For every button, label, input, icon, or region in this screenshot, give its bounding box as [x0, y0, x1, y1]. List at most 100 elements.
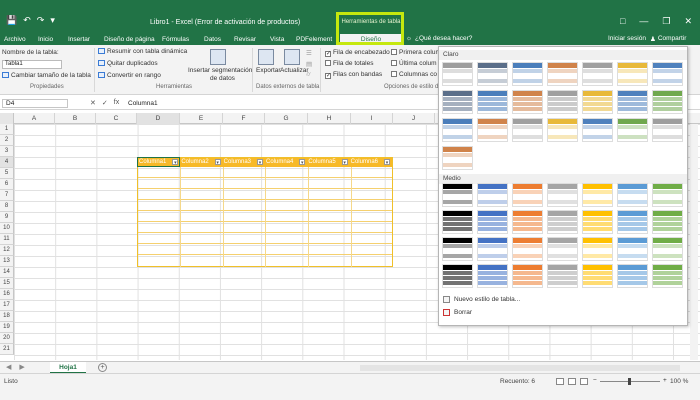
table-style-swatch[interactable] [617, 62, 648, 86]
banded-columns-checkbox[interactable]: Columnas co [391, 71, 437, 78]
table-style-swatch[interactable] [547, 118, 578, 142]
table-style-swatch[interactable] [512, 118, 543, 142]
table-style-swatch[interactable] [617, 183, 648, 207]
table-style-swatch[interactable] [652, 118, 683, 142]
column-header-a[interactable]: A [14, 113, 55, 124]
table-style-swatch[interactable] [582, 237, 613, 261]
tab-pdfelement[interactable]: PDFelement [296, 35, 332, 44]
tell-me-search[interactable]: ☼ ¿Qué desea hacer? [406, 35, 472, 42]
table-style-swatch[interactable] [652, 183, 683, 207]
remove-duplicates-button[interactable]: Quitar duplicados [98, 60, 158, 67]
row-header[interactable]: 5 [0, 168, 14, 179]
table-style-swatch[interactable] [512, 183, 543, 207]
row-header[interactable]: 10 [0, 223, 14, 234]
excel-table[interactable]: Columna1 ▾ Columna2 ▾ Columna3 ▾ Columna4 ▾ … [137, 157, 393, 267]
column-header-f[interactable]: F [223, 113, 265, 124]
table-header-cell[interactable]: Columna5 ▾ [307, 158, 349, 167]
row-header[interactable]: 9 [0, 212, 14, 223]
zoom-level[interactable]: 100 % [670, 378, 688, 385]
table-style-swatch[interactable] [617, 264, 648, 288]
table-style-swatch[interactable] [547, 237, 578, 261]
table-style-swatch[interactable] [477, 264, 508, 288]
table-style-swatch[interactable] [652, 210, 683, 234]
column-header-g[interactable]: G [265, 113, 308, 124]
selected-cell-d4[interactable] [137, 157, 180, 167]
column-header-e[interactable]: E [180, 113, 223, 124]
ribbon-display-icon[interactable]: □ [620, 16, 625, 27]
first-column-checkbox[interactable]: Primera colum [391, 49, 441, 56]
horizontal-scrollbar[interactable] [360, 365, 680, 371]
row-header[interactable]: 17 [0, 300, 14, 311]
filter-dropdown-icon[interactable]: ▾ [383, 159, 390, 166]
row-header[interactable]: 1 [0, 124, 14, 135]
maximize-icon[interactable]: ❐ [662, 16, 670, 27]
table-style-swatch[interactable] [442, 62, 473, 86]
table-style-swatch[interactable] [512, 237, 543, 261]
add-sheet-icon[interactable]: + [98, 363, 107, 372]
table-style-swatch[interactable] [617, 237, 648, 261]
table-style-swatch[interactable] [582, 62, 613, 86]
row-header[interactable]: 15 [0, 278, 14, 289]
row-header[interactable]: 16 [0, 289, 14, 300]
export-icon[interactable] [258, 49, 274, 65]
zoom-slider-knob[interactable] [628, 378, 631, 385]
tab-archivo[interactable]: Archivo [4, 35, 26, 44]
column-header-d[interactable]: D [137, 113, 180, 124]
tab-revisar[interactable]: Revisar [234, 35, 256, 44]
sign-in-link[interactable]: Iniciar sesión [608, 35, 646, 42]
table-style-swatch[interactable] [547, 90, 578, 114]
last-column-checkbox[interactable]: Última colum [391, 60, 437, 67]
clear-style-button[interactable]: Borrar [443, 309, 472, 316]
slicer-label-2[interactable]: de datos [210, 75, 235, 82]
tab-vista[interactable]: Vista [270, 35, 284, 44]
table-header-cell[interactable]: Columna6 ▾ [350, 158, 392, 167]
enter-icon[interactable]: ✓ [102, 99, 108, 107]
row-header[interactable]: 2 [0, 135, 14, 146]
table-style-swatch[interactable] [617, 210, 648, 234]
column-header-i[interactable]: I [351, 113, 393, 124]
table-style-swatch[interactable] [442, 118, 473, 142]
row-header[interactable]: 6 [0, 179, 14, 190]
row-header[interactable]: 20 [0, 333, 14, 344]
table-style-swatch[interactable] [547, 264, 578, 288]
redo-icon[interactable]: ↷ [37, 15, 45, 25]
table-style-swatch[interactable] [652, 237, 683, 261]
undo-icon[interactable]: ↶ [23, 15, 31, 25]
row-header[interactable]: 8 [0, 201, 14, 212]
table-style-swatch[interactable] [547, 183, 578, 207]
table-style-swatch[interactable] [477, 90, 508, 114]
table-style-swatch[interactable] [442, 146, 473, 170]
properties-icon[interactable]: ☰ [306, 49, 312, 57]
export-button[interactable]: Exportar [256, 67, 281, 74]
name-box[interactable]: D4 [2, 99, 68, 108]
table-style-swatch[interactable] [477, 62, 508, 86]
tab-datos[interactable]: Datos [204, 35, 221, 44]
vertical-scrollbar[interactable] [690, 124, 698, 360]
column-header-c[interactable]: C [96, 113, 137, 124]
table-style-swatch[interactable] [512, 62, 543, 86]
new-table-style-button[interactable]: Nuevo estilo de tabla... [443, 296, 520, 303]
table-style-swatch[interactable] [442, 183, 473, 207]
next-sheet-icon[interactable]: ▶ [19, 363, 24, 371]
close-icon[interactable]: ✕ [684, 16, 692, 27]
row-header[interactable]: 19 [0, 322, 14, 333]
previous-sheet-icon[interactable]: ◀ [6, 363, 11, 371]
table-style-swatch[interactable] [582, 210, 613, 234]
table-style-swatch[interactable] [617, 118, 648, 142]
tab-formulas[interactable]: Fórmulas [162, 35, 189, 44]
row-header[interactable]: 12 [0, 245, 14, 256]
select-all-corner[interactable] [0, 113, 14, 124]
table-style-swatch[interactable] [477, 210, 508, 234]
header-row-checkbox[interactable]: ✓ Fila de encabezado [325, 49, 390, 57]
table-style-swatch[interactable] [512, 90, 543, 114]
table-style-swatch[interactable] [442, 237, 473, 261]
cancel-icon[interactable]: ✕ [90, 99, 96, 107]
pivot-summary-button[interactable]: Resumir con tabla dinámica [98, 48, 187, 55]
table-header-cell[interactable]: Columna3 ▾ [223, 158, 265, 167]
page-layout-view-icon[interactable] [568, 378, 576, 385]
table-header-cell[interactable]: Columna2 ▾ [180, 158, 222, 167]
table-style-swatch[interactable] [442, 90, 473, 114]
table-style-swatch[interactable] [582, 90, 613, 114]
convert-range-button[interactable]: Convertir en rango [98, 72, 161, 79]
formula-input[interactable]: Columna1 [128, 99, 158, 108]
